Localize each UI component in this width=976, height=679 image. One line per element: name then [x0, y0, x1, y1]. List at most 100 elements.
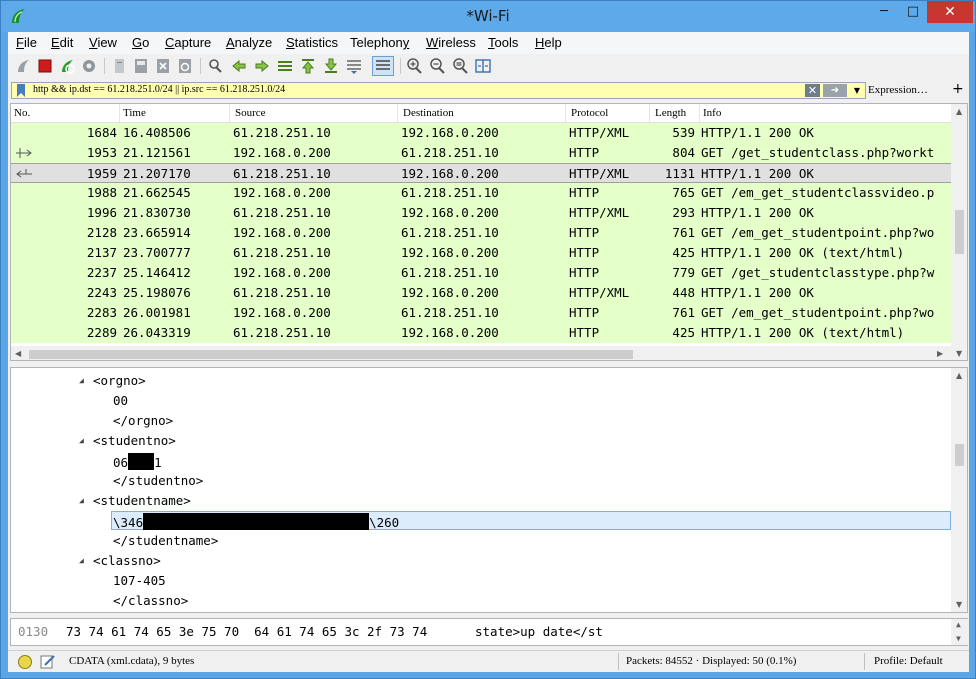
add-filter-button-plus-icon[interactable]: + — [952, 81, 964, 97]
expression-button[interactable]: Expression… — [868, 84, 928, 96]
go-forward-icon[interactable] — [253, 57, 271, 75]
packet-row[interactable]: 1684 16.408506 61.218.251.10 192.168.0.200 H… — [11, 123, 951, 143]
menu-telephony[interactable]: Telephony — [350, 35, 409, 50]
minimize-button[interactable]: ─ — [869, 1, 899, 23]
packet-row[interactable]: 2137 23.700777 61.218.251.10 192.168.0.200 H… — [11, 243, 951, 263]
menu-file[interactable]: File — [16, 35, 37, 50]
display-filter-bar[interactable]: http && ip.dst == 61.218.251.0/24 || ip.… — [11, 82, 866, 99]
scroll-left-arrow-icon[interactable]: ◀ — [15, 349, 21, 358]
menu-help[interactable]: Help — [535, 35, 562, 50]
menu-view[interactable]: View — [89, 35, 117, 50]
column-header-source[interactable]: Source — [235, 107, 266, 119]
collapse-triangle-icon[interactable]: ◢ — [79, 496, 84, 505]
filter-bookmark-icon[interactable] — [16, 84, 26, 97]
column-header-length[interactable]: Length — [655, 107, 686, 119]
packet-row[interactable]: 2243 25.198076 61.218.251.10 192.168.0.200 H… — [11, 283, 951, 303]
packet-row[interactable]: 1959 21.207170 61.218.251.10 192.168.0.200 H… — [11, 163, 951, 183]
scroll-down-arrow-icon[interactable]: ▼ — [956, 600, 962, 609]
menu-edit[interactable]: Edit — [51, 35, 73, 50]
collapse-triangle-icon[interactable]: ◢ — [79, 436, 84, 445]
zoom-out-icon[interactable] — [428, 57, 446, 75]
column-divider[interactable] — [649, 104, 650, 122]
scroll-up-arrow-icon[interactable]: ▲ — [956, 620, 961, 629]
restart-capture-icon[interactable] — [58, 57, 76, 75]
column-divider[interactable] — [699, 104, 700, 122]
menu-statistics[interactable]: Statistics — [286, 35, 338, 50]
find-packet-icon[interactable] — [206, 57, 224, 75]
display-filter-input[interactable]: http && ip.dst == 61.218.251.0/24 || ip.… — [33, 84, 285, 95]
vertical-scroll-thumb[interactable] — [955, 444, 964, 466]
packet-list-pane[interactable]: No. Time Source Destination Protocol Len… — [10, 103, 968, 361]
scroll-up-arrow-icon[interactable]: ▲ — [956, 371, 962, 380]
column-divider[interactable] — [565, 104, 566, 122]
save-file-icon[interactable] — [132, 57, 150, 75]
packet-list-vertical-scrollbar[interactable]: ▲ ▼ — [951, 104, 967, 360]
clear-filter-icon[interactable]: ✕ — [805, 84, 820, 97]
close-file-icon[interactable] — [154, 57, 172, 75]
reload-file-icon[interactable] — [176, 57, 194, 75]
menu-tools[interactable]: Tools — [488, 35, 518, 50]
colorize-icon[interactable] — [372, 56, 394, 76]
bytes-vertical-scrollbar[interactable]: ▲ ▼ — [951, 619, 968, 645]
column-header-no[interactable]: No. — [14, 107, 30, 119]
column-header-protocol[interactable]: Protocol — [571, 107, 608, 119]
go-to-packet-icon[interactable] — [276, 57, 294, 75]
scroll-right-arrow-icon[interactable]: ▶ — [937, 349, 943, 358]
column-header-destination[interactable]: Destination — [403, 107, 454, 119]
filter-history-chevron-down-icon[interactable]: ▼ — [850, 84, 864, 97]
packet-row[interactable]: 2237 25.146412 192.168.0.200 61.218.251.10 H… — [11, 263, 951, 283]
stop-capture-icon[interactable] — [36, 57, 54, 75]
zoom-in-icon[interactable] — [405, 57, 423, 75]
apply-filter-arrow-icon[interactable]: ➜ — [823, 84, 847, 97]
packet-row[interactable]: 1988 21.662545 192.168.0.200 61.218.251.10 H… — [11, 183, 951, 203]
packet-row[interactable]: 2283 26.001981 192.168.0.200 61.218.251.10 H… — [11, 303, 951, 323]
status-profile[interactable]: Profile: Default — [874, 655, 943, 667]
scroll-down-arrow-icon[interactable]: ▼ — [956, 349, 962, 358]
bytes-ascii[interactable]: state>up date</st — [475, 624, 603, 639]
vertical-scroll-thumb[interactable] — [955, 210, 964, 254]
packet-list-horizontal-scrollbar[interactable]: ◀ ▶ — [11, 346, 951, 360]
packet-row[interactable]: 2128 23.665914 192.168.0.200 61.218.251.10 H… — [11, 223, 951, 243]
open-file-icon[interactable] — [110, 57, 128, 75]
packet-details-pane[interactable]: ◢ <orgno> 00 </orgno> ◢ <studentno> 06 1 … — [10, 367, 968, 613]
details-vertical-scrollbar[interactable]: ▲ ▼ — [951, 368, 967, 612]
packet-row[interactable]: 2289 26.043319 61.218.251.10 192.168.0.200 H… — [11, 323, 951, 343]
packet-row[interactable]: 1996 21.830730 61.218.251.10 192.168.0.200 H… — [11, 203, 951, 223]
column-header-info[interactable]: Info — [703, 107, 721, 119]
column-divider[interactable] — [397, 104, 398, 122]
normal-size-icon[interactable] — [451, 57, 469, 75]
scroll-up-arrow-icon[interactable]: ▲ — [956, 107, 962, 116]
tree-node-orgno[interactable]: ◢ <orgno> — [11, 371, 941, 391]
title-bar[interactable]: *Wi-Fi ─ □ ✕ — [1, 1, 975, 32]
menu-go[interactable]: Go — [132, 35, 149, 50]
scroll-down-arrow-icon[interactable]: ▼ — [956, 634, 961, 643]
expert-info-led-icon[interactable] — [18, 655, 32, 669]
collapse-triangle-icon[interactable]: ◢ — [79, 376, 84, 385]
close-button[interactable]: ✕ — [927, 1, 973, 23]
capture-options-icon[interactable] — [80, 57, 98, 75]
start-capture-icon[interactable] — [14, 57, 32, 75]
go-first-icon[interactable] — [299, 57, 317, 75]
cell-no: 1959 — [86, 166, 117, 181]
collapse-triangle-icon[interactable]: ◢ — [79, 556, 84, 565]
menu-capture[interactable]: Capture — [165, 35, 211, 50]
cell-dst: 192.168.0.200 — [401, 325, 499, 340]
cell-proto: HTTP — [569, 225, 600, 240]
go-last-icon[interactable] — [322, 57, 340, 75]
column-divider[interactable] — [119, 104, 120, 122]
auto-scroll-icon[interactable] — [345, 57, 363, 75]
horizontal-scroll-thumb[interactable] — [29, 350, 633, 359]
bytes-hex[interactable]: 73 74 61 74 65 3e 75 70 64 61 74 65 3c 2… — [66, 624, 427, 639]
capture-comment-edit-icon[interactable] — [40, 654, 56, 669]
column-header-time[interactable]: Time — [123, 107, 146, 119]
packet-bytes-pane[interactable]: 0130 73 74 61 74 65 3e 75 70 64 61 74 65… — [10, 618, 968, 646]
menu-analyze[interactable]: Analyze — [226, 35, 272, 50]
xml-tag-label: <orgno> — [93, 373, 146, 388]
go-back-icon[interactable] — [230, 57, 248, 75]
resize-columns-icon[interactable] — [474, 57, 492, 75]
packet-row[interactable]: 1953 21.121561 192.168.0.200 61.218.251.10 H… — [11, 143, 951, 163]
column-divider[interactable] — [229, 104, 230, 122]
menu-wireless[interactable]: Wireless — [426, 35, 476, 50]
cell-src: 61.218.251.10 — [233, 245, 331, 260]
maximize-button[interactable]: □ — [899, 1, 927, 23]
